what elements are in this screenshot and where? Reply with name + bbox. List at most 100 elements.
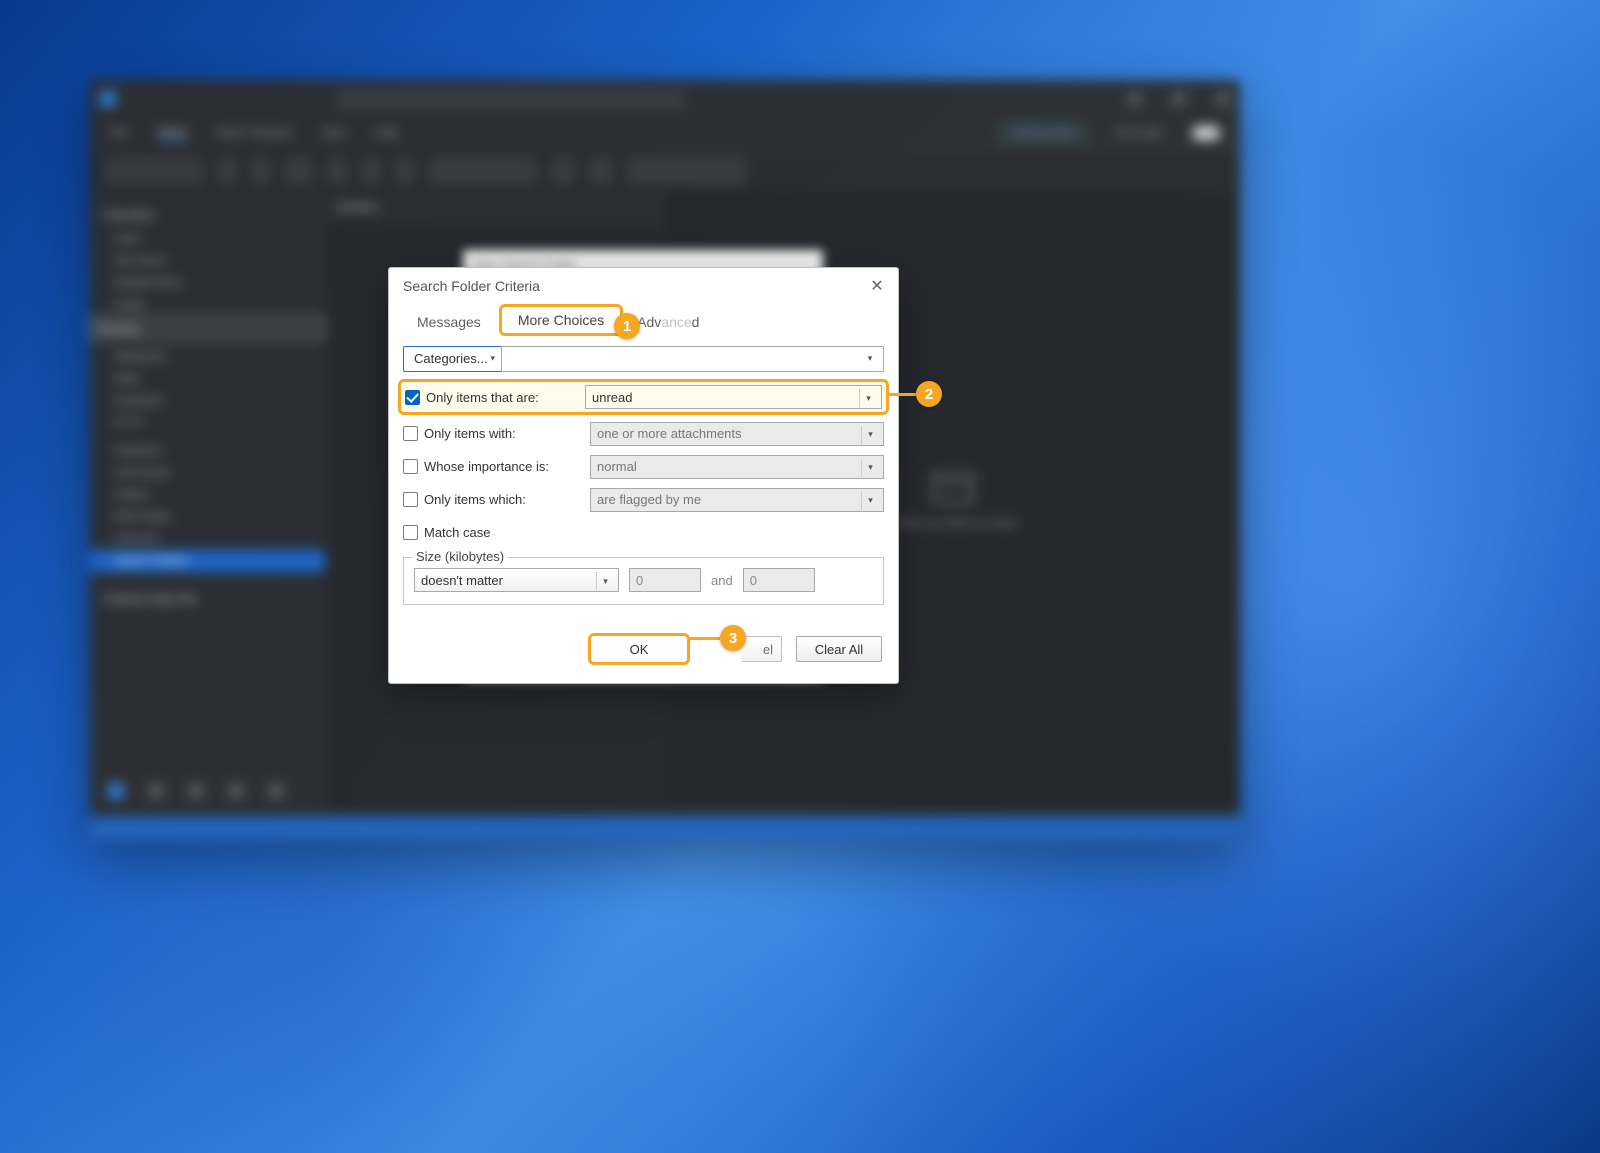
sidebar-item[interactable]: Junk Email: [90, 462, 325, 484]
size-mode-value: doesn't matter: [421, 573, 503, 588]
categorize-button[interactable]: [550, 157, 576, 185]
coming-soon-badge: Coming Soon: [1000, 124, 1085, 142]
sidebar-item[interactable]: Inbox: [90, 228, 325, 250]
annotation-1: 1: [614, 313, 640, 339]
size-to-input[interactable]: 0: [743, 568, 815, 592]
size-from-input[interactable]: 0: [629, 568, 701, 592]
tab-more-choices[interactable]: More Choices: [499, 304, 623, 336]
minimize-icon[interactable]: [1128, 92, 1142, 106]
size-legend: Size (kilobytes): [412, 549, 508, 564]
list-header: Archive: [325, 192, 665, 224]
only-items-that-are-row: Only items that are: unread ▾: [398, 379, 889, 415]
only-items-that-are-checkbox[interactable]: [405, 390, 420, 405]
chevron-down-icon: ▾: [859, 389, 877, 407]
annotation-3: 3: [720, 625, 746, 651]
clear-all-button[interactable]: Clear All: [796, 636, 882, 662]
tab-bar: Messages More Choices Advanced: [389, 304, 898, 336]
flag-button[interactable]: [588, 157, 614, 185]
chevron-down-icon: ▾: [861, 350, 879, 368]
ribbon-tab-send-receive[interactable]: Send / Receive: [217, 127, 292, 139]
sidebar-item[interactable]: Facebook: [90, 390, 325, 412]
sidebar-item-archive[interactable]: Archive: [90, 316, 325, 340]
delete-button[interactable]: [216, 157, 238, 185]
move-button[interactable]: [284, 157, 314, 185]
importance-checkbox[interactable]: [403, 459, 418, 474]
only-items-with-label: Only items with:: [424, 426, 584, 441]
only-items-that-are-label: Only items that are:: [426, 390, 579, 405]
ribbon-tab-file[interactable]: File: [110, 127, 128, 139]
more-icon[interactable]: [268, 783, 284, 799]
categories-field[interactable]: ▾: [501, 346, 884, 372]
ribbon-tab-help[interactable]: Help: [375, 127, 398, 139]
only-items-with-checkbox[interactable]: [403, 426, 418, 441]
search-folder-criteria-dialog: Search Folder Criteria ✕ Messages More C…: [388, 267, 899, 684]
only-items-with-select[interactable]: one or more attachments ▾: [590, 422, 884, 446]
only-items-that-are-select[interactable]: unread ▾: [585, 385, 882, 409]
outlook-logo-icon: [100, 91, 116, 107]
close-icon[interactable]: ✕: [868, 277, 886, 295]
archive-button[interactable]: [250, 157, 272, 185]
maximize-icon[interactable]: [1172, 92, 1186, 106]
size-fieldset: Size (kilobytes) doesn't matter ▾ 0 and …: [403, 557, 884, 605]
sidebar-item[interactable]: Outbox: [90, 484, 325, 506]
only-items-with-value: one or more attachments: [597, 426, 742, 441]
only-items-which-label: Only items which:: [424, 492, 584, 507]
clear-all-label: Clear All: [815, 642, 863, 657]
categories-label: Categories...: [414, 351, 488, 366]
people-icon[interactable]: [188, 783, 204, 799]
sidebar-item[interactable]: AliExpress: [90, 346, 325, 368]
sidebar-item[interactable]: Snoozed: [90, 528, 325, 550]
chevron-down-icon: ▾: [861, 426, 879, 444]
tab-messages[interactable]: Messages: [403, 308, 495, 336]
todo-icon[interactable]: [228, 783, 244, 799]
sidebar-item-search-folders[interactable]: Search Folders: [90, 550, 325, 572]
sidebar-item[interactable]: RSS Feeds: [90, 506, 325, 528]
sidebar-item[interactable]: Drafts: [90, 294, 325, 316]
annotation-2-connector: [889, 393, 916, 396]
dialog-title: Search Folder Criteria: [403, 278, 540, 294]
favorites-header[interactable]: Favorites: [90, 202, 325, 228]
close-window-icon[interactable]: [1216, 92, 1230, 106]
sidebar-item[interactable]: Sent Items: [90, 250, 325, 272]
reply-all-button[interactable]: [360, 157, 382, 185]
mail-icon[interactable]: [108, 783, 124, 799]
only-items-which-checkbox[interactable]: [403, 492, 418, 507]
ok-label: OK: [630, 642, 649, 657]
importance-select[interactable]: normal ▾: [590, 455, 884, 479]
try-toggle[interactable]: [1192, 126, 1220, 140]
sidebar-item[interactable]: eBay: [90, 368, 325, 390]
envelope-icon: [932, 473, 974, 503]
new-email-button[interactable]: [104, 157, 204, 185]
cancel-label: el: [763, 642, 773, 657]
annotation-3-connector: [690, 637, 720, 640]
categories-button[interactable]: Categories... ▾: [403, 346, 502, 372]
calendar-icon[interactable]: [148, 783, 164, 799]
ok-button[interactable]: OK: [588, 633, 690, 665]
search-input[interactable]: [336, 88, 686, 110]
forward-button[interactable]: [394, 157, 416, 185]
ribbon-tab-home[interactable]: Home: [158, 126, 187, 140]
ribbon-tab-view[interactable]: View: [322, 127, 346, 139]
only-items-that-are-value: unread: [592, 390, 632, 405]
sidebar-data-file[interactable]: Outlook Data File: [90, 586, 325, 612]
sidebar-item[interactable]: IFTTT: [90, 412, 325, 434]
match-case-label: Match case: [424, 525, 490, 540]
importance-label: Whose importance is:: [424, 459, 584, 474]
sidebar-item[interactable]: Important: [90, 440, 325, 462]
only-items-which-select[interactable]: are flagged by me ▾: [590, 488, 884, 512]
chevron-down-icon: ▾: [861, 492, 879, 510]
size-mode-select[interactable]: doesn't matter ▾: [414, 568, 619, 592]
chevron-down-icon: ▾: [861, 459, 879, 477]
search-people-input[interactable]: [626, 157, 746, 185]
reply-button[interactable]: [326, 157, 348, 185]
importance-value: normal: [597, 459, 637, 474]
annotation-2: 2: [916, 381, 942, 407]
unread-read-button[interactable]: [428, 157, 538, 185]
match-case-checkbox[interactable]: [403, 525, 418, 540]
status-bar: [90, 816, 1240, 840]
cancel-button[interactable]: el: [742, 636, 782, 662]
only-items-which-value: are flagged by me: [597, 492, 701, 507]
sidebar-item[interactable]: Deleted Items: [90, 272, 325, 294]
reading-pane-prompt: Select an item to read: [889, 515, 1015, 530]
chevron-down-icon: ▾: [596, 572, 614, 590]
